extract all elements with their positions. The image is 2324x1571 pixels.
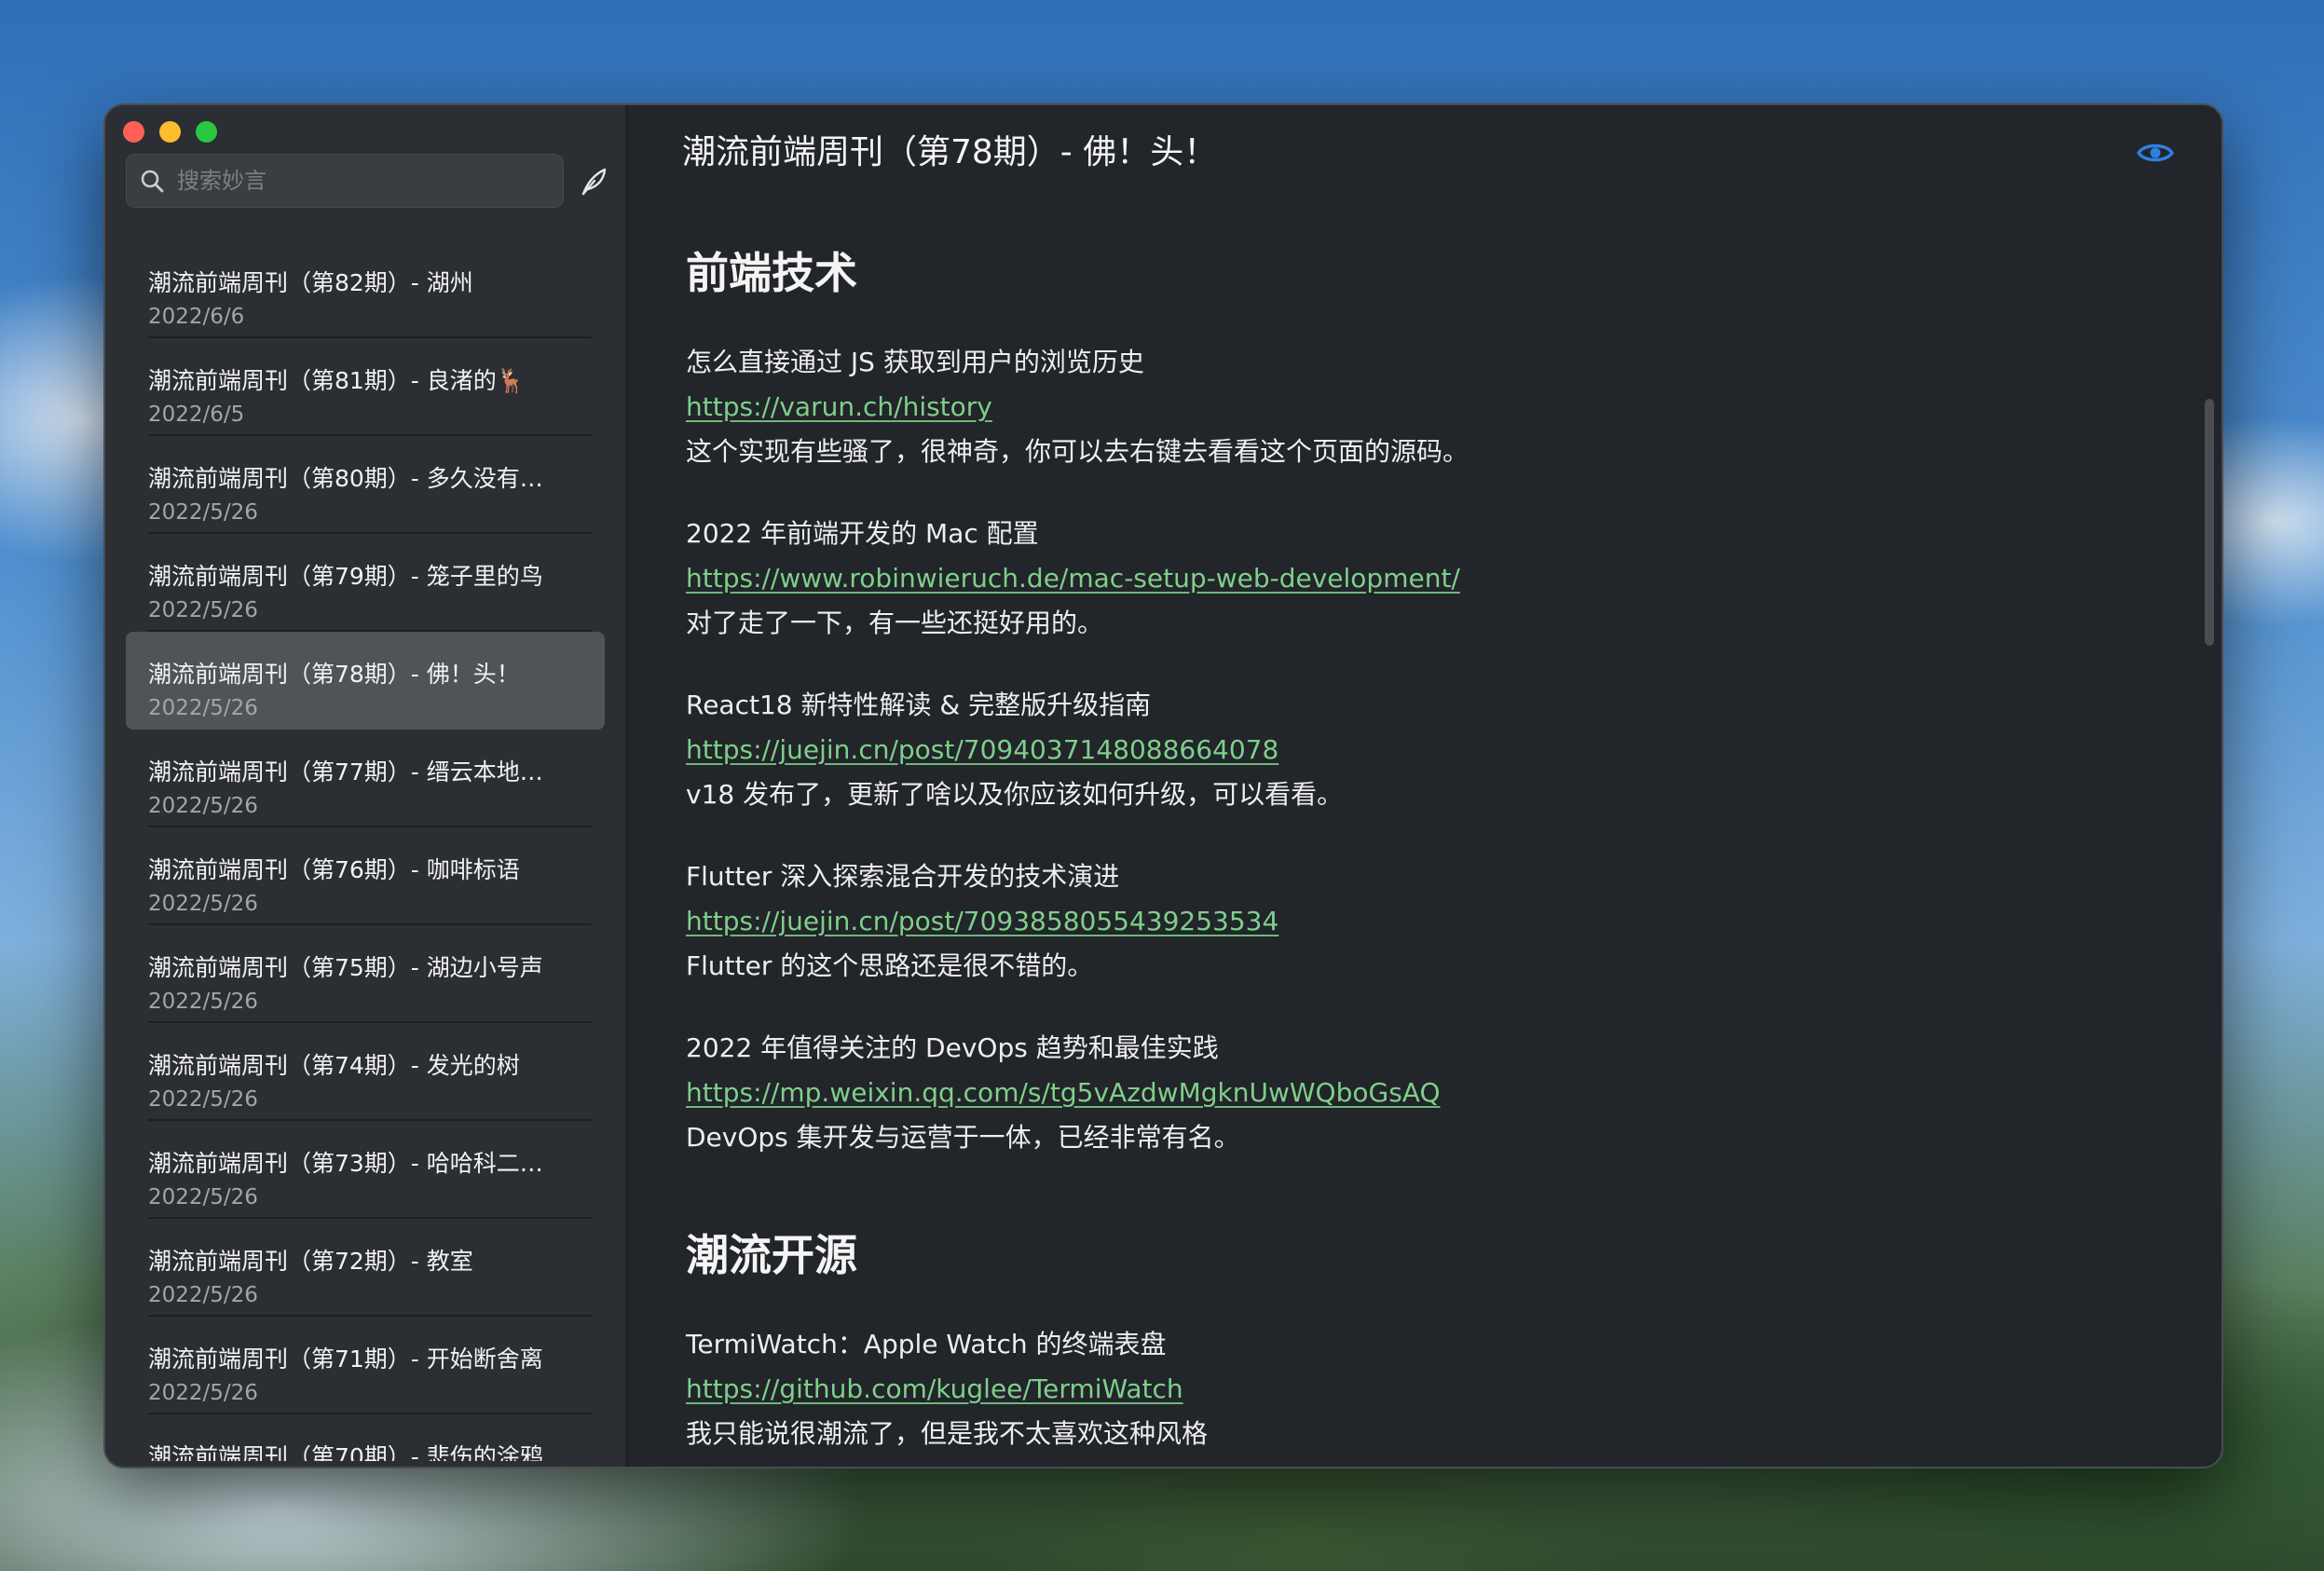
- note-list-item[interactable]: 潮流前端周刊（第74期）- 发光的树 2022/5/26: [126, 1023, 605, 1121]
- note-date: 2022/5/26: [148, 990, 258, 1014]
- sidebar: 潮流前端周刊（第82期）- 湖州 2022/6/6 潮流前端周刊（第81期）- …: [105, 105, 628, 1467]
- feather-pen-icon: [581, 168, 607, 196]
- note-title: 潮流前端周刊（第72期）- 教室: [148, 1248, 473, 1275]
- note-list-item[interactable]: 潮流前端周刊（第79期）- 笼子里的鸟 2022/5/26: [126, 534, 605, 632]
- entry-link[interactable]: https://www.robinwieruch.de/mac-setup-we…: [686, 556, 2221, 601]
- entry-link[interactable]: https://github.com/kuglee/TermiWatch: [686, 1367, 2221, 1412]
- entry-description: v18 发布了，更新了啥以及你应该如何升级，可以看看。: [686, 779, 1344, 810]
- entry-title: 2022 年值得关注的 DevOps 趋势和最佳实践: [686, 1032, 1219, 1063]
- window-controls: [123, 121, 217, 143]
- zoom-window-button[interactable]: [196, 121, 217, 143]
- note-date: 2022/5/26: [148, 1185, 258, 1209]
- note-title: 潮流前端周刊（第80期）- 多久没有…: [148, 465, 543, 492]
- entry-title: 2022 年前端开发的 Mac 配置: [686, 518, 1039, 549]
- section-heading: 前端技术: [686, 248, 857, 298]
- note-title: 潮流前端周刊（第77期）- 缙云本地…: [148, 758, 543, 786]
- close-window-button[interactable]: [123, 121, 144, 143]
- section-heading: 潮流开源: [686, 1230, 857, 1280]
- note-list-item[interactable]: 潮流前端周刊（第80期）- 多久没有… 2022/5/26: [126, 436, 605, 534]
- note-title: 潮流前端周刊（第71期）- 开始断舍离: [148, 1346, 543, 1373]
- note-list-item[interactable]: 潮流前端周刊（第75期）- 湖边小号声 2022/5/26: [126, 925, 605, 1023]
- entry-link[interactable]: https://juejin.cn/post/70938580554392535…: [686, 899, 2221, 944]
- note-list-item[interactable]: 潮流前端周刊（第73期）- 哈哈科二… 2022/5/26: [126, 1121, 605, 1219]
- article-entry: Flutter 深入探索混合开发的技术演进 https://juejin.cn/…: [686, 854, 2221, 989]
- preview-toggle-button[interactable]: [2136, 133, 2175, 172]
- note-date: 2022/5/26: [148, 794, 258, 818]
- note-date: 2022/5/26: [148, 696, 258, 720]
- note-date: 2022/6/5: [148, 403, 245, 427]
- search-box[interactable]: [126, 154, 564, 208]
- note-list-item[interactable]: 潮流前端周刊（第82期）- 湖州 2022/6/6: [126, 240, 605, 338]
- app-window: 潮流前端周刊（第82期）- 湖州 2022/6/6 潮流前端周刊（第81期）- …: [103, 103, 2223, 1469]
- note-list-item[interactable]: 潮流前端周刊（第81期）- 良渚的🦌 2022/6/5: [126, 338, 605, 436]
- entry-title: Flutter 深入探索混合开发的技术演进: [686, 861, 1120, 892]
- entry-title: TermiWatch：Apple Watch 的终端表盘: [686, 1329, 1167, 1359]
- article-entry: TermiWatch：Apple Watch 的终端表盘 https://git…: [686, 1322, 2221, 1456]
- note-title: 潮流前端周刊（第74期）- 发光的树: [148, 1052, 520, 1079]
- entry-description: 这个实现有些骚了，很神奇，你可以去右键去看看这个页面的源码。: [686, 436, 1470, 467]
- note-title: 潮流前端周刊（第75期）- 湖边小号声: [148, 954, 543, 981]
- entry-description: 对了走了一下，有一些还挺好用的。: [686, 608, 1104, 638]
- note-list-item[interactable]: 潮流前端周刊（第76期）- 咖啡标语 2022/5/26: [126, 827, 605, 925]
- scrollbar[interactable]: [2205, 399, 2214, 646]
- note-title: 潮流前端周刊（第76期）- 咖啡标语: [148, 856, 520, 883]
- article-entry: React18 新特性解读 & 完整版升级指南 https://juejin.c…: [686, 683, 2221, 817]
- note-list: 潮流前端周刊（第82期）- 湖州 2022/6/6 潮流前端周刊（第81期）- …: [126, 240, 605, 1461]
- entry-description: DevOps 集开发与运营于一体，已经非常有名。: [686, 1122, 1240, 1153]
- note-title: 潮流前端周刊（第73期）- 哈哈科二…: [148, 1150, 543, 1177]
- article-entry: 2022 年前端开发的 Mac 配置 https://www.robinwier…: [686, 512, 2221, 646]
- note-list-item[interactable]: 潮流前端周刊（第72期）- 教室 2022/5/26: [126, 1219, 605, 1317]
- search-icon: [141, 170, 164, 193]
- note-list-item[interactable]: 潮流前端周刊（第77期）- 缙云本地… 2022/5/26: [126, 730, 605, 827]
- note-list-item-selected[interactable]: 潮流前端周刊（第78期）- 佛！头！ 2022/5/26: [126, 632, 605, 730]
- note-date: 2022/5/26: [148, 500, 258, 525]
- minimize-window-button[interactable]: [159, 121, 181, 143]
- note-date: 2022/5/26: [148, 1087, 258, 1112]
- note-viewer: 潮流前端周刊（第78期）- 佛！头！ 前端技术 怎么直接通过 JS 获取到用户的…: [628, 105, 2221, 1467]
- entry-title: React18 新特性解读 & 完整版升级指南: [686, 690, 1152, 720]
- note-date: 2022/5/26: [148, 1381, 258, 1405]
- entry-link[interactable]: https://juejin.cn/post/70940371480886640…: [686, 728, 2221, 772]
- note-title: 潮流前端周刊（第70期）- 悲伤的涂鸦: [148, 1443, 543, 1461]
- note-date: 2022/5/26: [148, 892, 258, 916]
- entry-link[interactable]: https://mp.weixin.qq.com/s/tg5vAzdwMgknU…: [686, 1071, 2221, 1115]
- note-date: 2022/5/26: [148, 598, 258, 622]
- eye-icon: [2137, 143, 2174, 162]
- article-entry: 2022 年值得关注的 DevOps 趋势和最佳实践 https://mp.we…: [686, 1026, 2221, 1160]
- note-content: 前端技术 怎么直接通过 JS 获取到用户的浏览历史 https://varun.…: [686, 243, 2221, 1456]
- new-note-button[interactable]: [575, 163, 612, 200]
- entry-description: Flutter 的这个思路还是很不错的。: [686, 950, 1094, 981]
- note-date: 2022/6/6: [148, 305, 245, 329]
- note-title: 潮流前端周刊（第78期）- 佛！头！: [148, 661, 520, 688]
- entry-description: 我只能说很潮流了，但是我不太喜欢这种风格: [686, 1418, 1209, 1449]
- search-input[interactable]: [175, 167, 533, 195]
- page-title: 潮流前端周刊（第78期）- 佛！头！: [682, 133, 1218, 171]
- note-title: 潮流前端周刊（第82期）- 湖州: [148, 269, 473, 296]
- note-list-item[interactable]: 潮流前端周刊（第70期）- 悲伤的涂鸦: [126, 1414, 605, 1461]
- entry-link[interactable]: https://varun.ch/history: [686, 385, 2221, 430]
- note-title: 潮流前端周刊（第79期）- 笼子里的鸟: [148, 563, 543, 590]
- note-date: 2022/5/26: [148, 1283, 258, 1307]
- note-title: 潮流前端周刊（第81期）- 良渚的🦌: [148, 367, 526, 394]
- entry-title: 怎么直接通过 JS 获取到用户的浏览历史: [686, 347, 1144, 377]
- article-entry: 怎么直接通过 JS 获取到用户的浏览历史 https://varun.ch/hi…: [686, 340, 2221, 474]
- note-list-item[interactable]: 潮流前端周刊（第71期）- 开始断舍离 2022/5/26: [126, 1317, 605, 1414]
